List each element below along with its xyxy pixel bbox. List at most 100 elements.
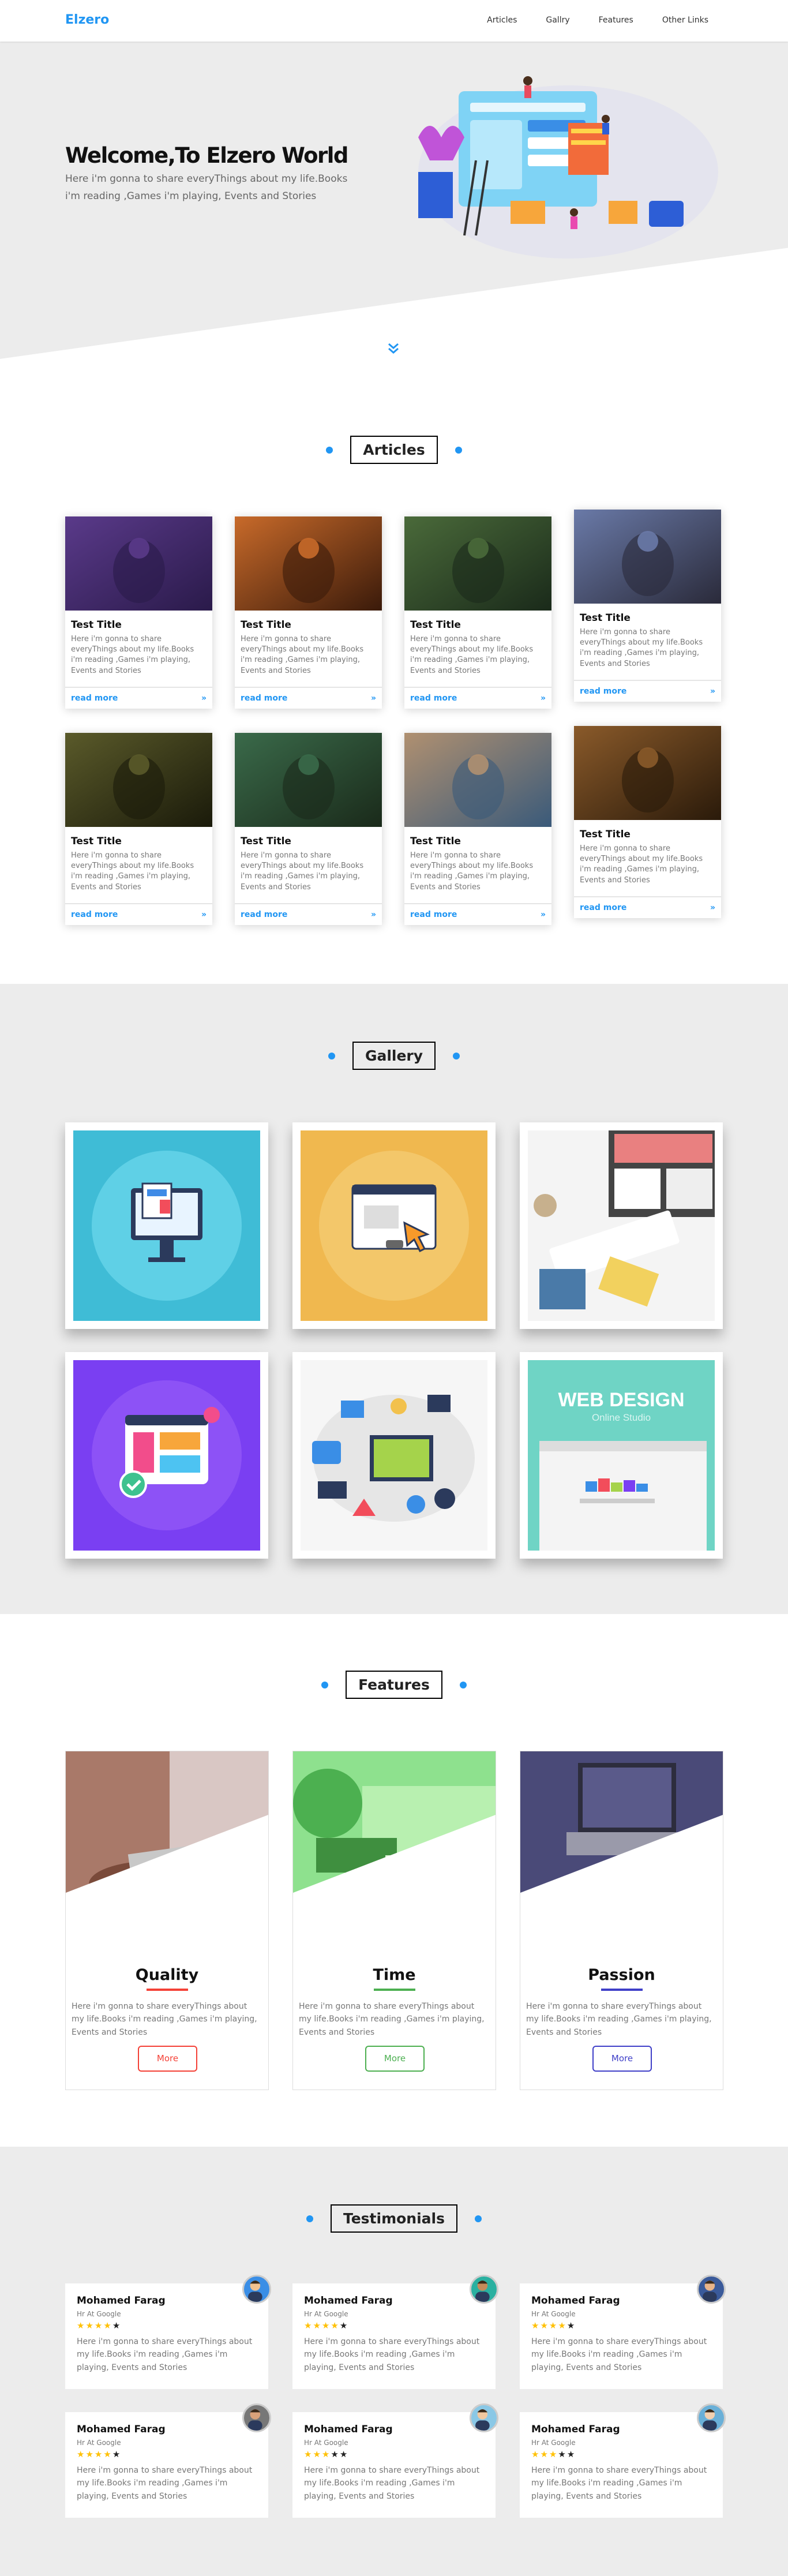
article-title: Test Title bbox=[71, 619, 122, 631]
testimonial-text: Here i'm gonna to share everyThings abou… bbox=[77, 2337, 253, 2372]
article-card[interactable]: Test Title Here i'm gonna to share every… bbox=[65, 733, 212, 925]
nav-gallery[interactable]: Gallry bbox=[531, 16, 584, 25]
double-chevron-right-icon[interactable]: » bbox=[371, 694, 376, 703]
feature-text: Here i'm gonna to share everyThings abou… bbox=[526, 2002, 712, 2037]
read-more-link[interactable]: read more bbox=[71, 694, 118, 703]
article-card[interactable]: Test Title Here i'm gonna to share every… bbox=[404, 516, 551, 709]
star-icon: ★ bbox=[540, 2320, 549, 2331]
feature-underline bbox=[601, 1989, 643, 1991]
nav-articles[interactable]: Articles bbox=[472, 16, 531, 25]
gallery-item[interactable] bbox=[65, 1352, 268, 1559]
article-title: Test Title bbox=[580, 829, 631, 840]
dot-icon bbox=[326, 446, 333, 454]
article-footer: read more » bbox=[404, 903, 551, 925]
star-icon: ★ bbox=[339, 2449, 349, 2459]
testimonial-text: Here i'm gonna to share everyThings abou… bbox=[531, 2466, 707, 2501]
article-text: Here i'm gonna to share everyThings abou… bbox=[410, 851, 534, 892]
double-chevron-down-icon[interactable] bbox=[385, 340, 401, 359]
star-icon: ★ bbox=[558, 2449, 567, 2459]
avatar bbox=[697, 2275, 726, 2304]
star-icon: ★ bbox=[321, 2320, 331, 2331]
feature-image-quality bbox=[66, 1751, 268, 1930]
article-card[interactable]: Test Title Here i'm gonna to share every… bbox=[574, 510, 721, 702]
article-card[interactable]: Test Title Here i'm gonna to share every… bbox=[65, 516, 212, 709]
hero-illustration bbox=[418, 76, 718, 259]
gallery-item[interactable] bbox=[292, 1122, 496, 1329]
testimonial-card: Mohamed Farag Hr At Google ★★★★★ Here i'… bbox=[520, 2275, 726, 2389]
gallery-item[interactable]: WEB DESIGN Online Studio bbox=[520, 1352, 723, 1559]
star-icon: ★ bbox=[85, 2320, 95, 2331]
read-more-link[interactable]: read more bbox=[241, 910, 287, 919]
testimonial-card: Mohamed Farag Hr At Google ★★★★★ Here i'… bbox=[520, 2403, 726, 2518]
nav-features[interactable]: Features bbox=[584, 16, 648, 25]
star-icon: ★ bbox=[549, 2449, 558, 2459]
double-chevron-right-icon[interactable]: » bbox=[201, 694, 207, 703]
read-more-link[interactable]: read more bbox=[580, 903, 626, 912]
read-more-link[interactable]: read more bbox=[71, 910, 118, 919]
article-image bbox=[235, 733, 382, 827]
read-more-link[interactable]: read more bbox=[410, 910, 457, 919]
feature-card: Time Here i'm gonna to share everyThings… bbox=[292, 1751, 496, 2090]
article-title: Test Title bbox=[410, 619, 461, 631]
double-chevron-right-icon[interactable]: » bbox=[541, 694, 546, 703]
article-title: Test Title bbox=[241, 836, 291, 847]
gallery-item[interactable] bbox=[520, 1122, 723, 1329]
double-chevron-right-icon[interactable]: » bbox=[710, 903, 715, 912]
testimonial-name: Mohamed Farag bbox=[304, 2295, 393, 2307]
double-chevron-right-icon[interactable]: » bbox=[710, 687, 715, 696]
avatar bbox=[470, 2403, 498, 2432]
time-more-button[interactable]: More bbox=[365, 2046, 425, 2072]
star-icon: ★ bbox=[313, 2449, 322, 2459]
testimonial-card: Mohamed Farag Hr At Google ★★★★★ Here i'… bbox=[65, 2275, 271, 2389]
star-icon: ★ bbox=[112, 2320, 122, 2331]
gallery-heading: Gallery bbox=[0, 1042, 788, 1070]
double-chevron-right-icon[interactable]: » bbox=[541, 910, 546, 919]
logo[interactable]: Elzero bbox=[65, 13, 109, 27]
rating-stars: ★★★★★ bbox=[531, 2449, 711, 2459]
article-card[interactable]: Test Title Here i'm gonna to share every… bbox=[235, 733, 382, 925]
dot-icon bbox=[321, 1681, 329, 1688]
feature-card: Quality Here i'm gonna to share everyThi… bbox=[65, 1751, 269, 2090]
star-icon: ★ bbox=[304, 2320, 313, 2331]
read-more-link[interactable]: read more bbox=[410, 694, 457, 703]
nav-other-links[interactable]: Other Links bbox=[648, 16, 723, 25]
article-image bbox=[65, 516, 212, 611]
star-icon: ★ bbox=[566, 2449, 576, 2459]
double-chevron-right-icon[interactable]: » bbox=[201, 910, 207, 919]
banner-subtitle: Online Studio bbox=[592, 1412, 651, 1423]
article-image bbox=[404, 733, 551, 827]
gallery-image-app bbox=[73, 1360, 260, 1551]
article-card[interactable]: Test Title Here i'm gonna to share every… bbox=[404, 733, 551, 925]
site-header: Elzero Articles Gallry Features Other Li… bbox=[0, 0, 788, 42]
article-footer: read more » bbox=[574, 679, 721, 702]
star-icon: ★ bbox=[331, 2449, 340, 2459]
rating-stars: ★★★★★ bbox=[531, 2320, 711, 2331]
gallery-item[interactable] bbox=[65, 1122, 268, 1329]
article-footer: read more » bbox=[65, 686, 212, 709]
testimonial-name: Mohamed Farag bbox=[531, 2295, 620, 2307]
gallery-image-web-design-banner: WEB DESIGN Online Studio bbox=[528, 1360, 715, 1551]
article-title: Test Title bbox=[241, 619, 291, 631]
feature-title: Passion bbox=[588, 1966, 655, 1984]
testimonial-card: Mohamed Farag Hr At Google ★★★★★ Here i'… bbox=[292, 2275, 498, 2389]
article-footer: read more » bbox=[574, 896, 721, 918]
star-icon: ★ bbox=[331, 2320, 340, 2331]
star-icon: ★ bbox=[566, 2320, 576, 2331]
gallery-item[interactable] bbox=[292, 1352, 496, 1559]
quality-more-button[interactable]: More bbox=[138, 2046, 197, 2072]
article-title: Test Title bbox=[580, 612, 631, 624]
dot-icon bbox=[475, 2215, 482, 2222]
article-card[interactable]: Test Title Here i'm gonna to share every… bbox=[574, 726, 721, 918]
passion-more-button[interactable]: More bbox=[592, 2046, 652, 2072]
dot-icon bbox=[306, 2215, 313, 2222]
testimonial-card: Mohamed Farag Hr At Google ★★★★★ Here i'… bbox=[292, 2403, 498, 2518]
feature-card: Passion Here i'm gonna to share everyThi… bbox=[520, 1751, 723, 2090]
article-footer: read more » bbox=[404, 686, 551, 709]
avatar bbox=[242, 2275, 271, 2304]
double-chevron-right-icon[interactable]: » bbox=[371, 910, 376, 919]
read-more-link[interactable]: read more bbox=[241, 694, 287, 703]
article-card[interactable]: Test Title Here i'm gonna to share every… bbox=[235, 516, 382, 709]
hero-title: Welcome,To Elzero World bbox=[65, 143, 348, 168]
testimonial-name: Mohamed Farag bbox=[77, 2295, 166, 2307]
read-more-link[interactable]: read more bbox=[580, 687, 626, 696]
